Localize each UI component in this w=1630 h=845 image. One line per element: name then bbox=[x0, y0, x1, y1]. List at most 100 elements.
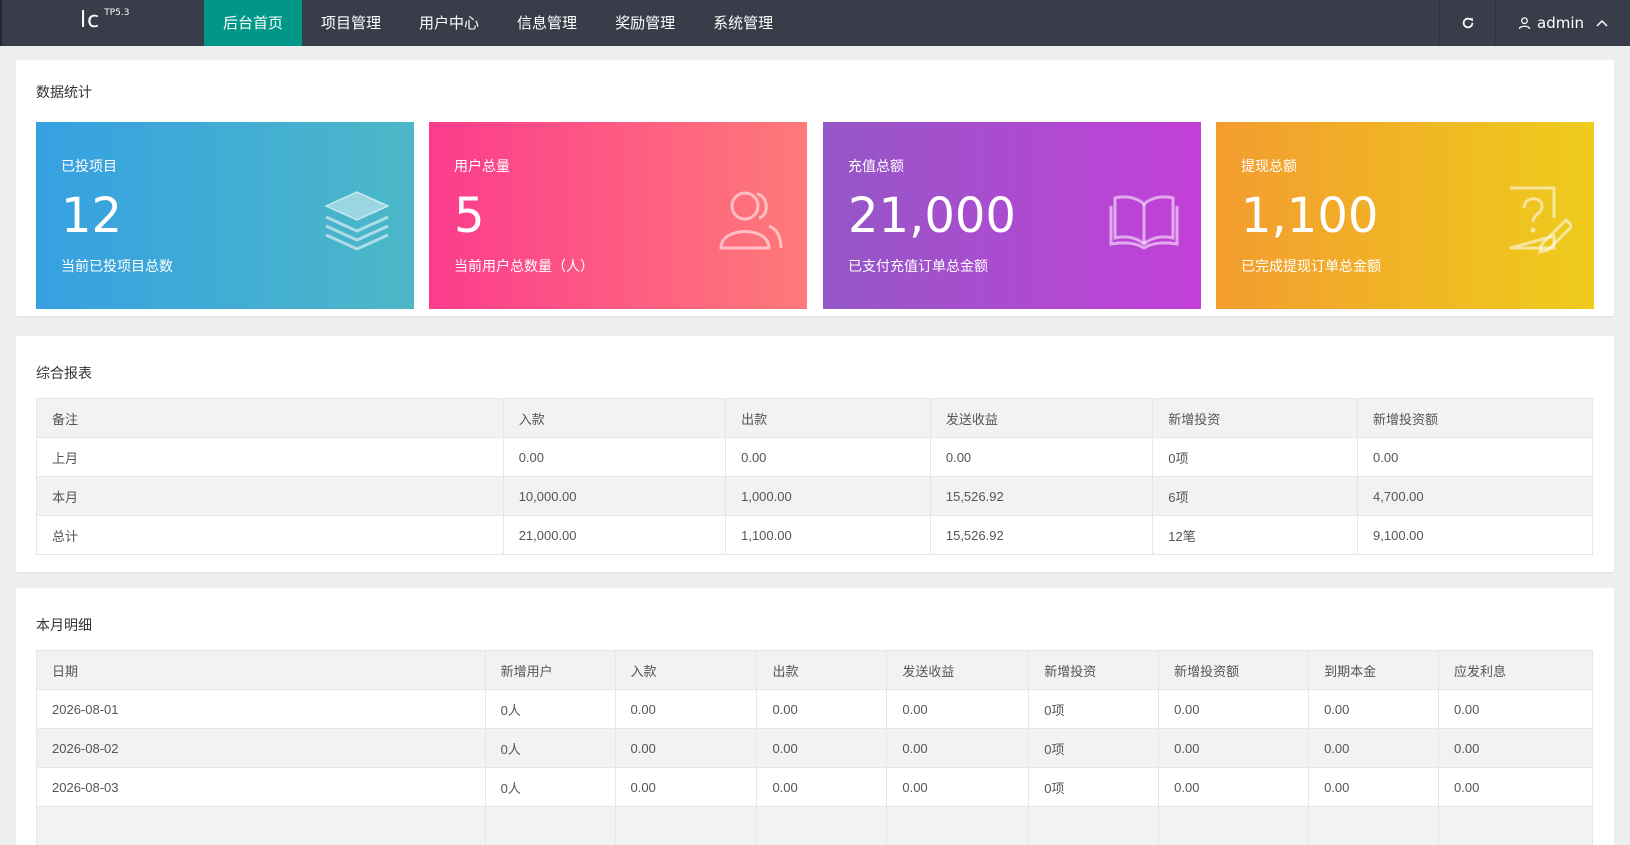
stat-card-projects[interactable]: 已投项目 12 当前已投项目总数 bbox=[36, 122, 414, 309]
logo-text: lc bbox=[80, 8, 101, 33]
nav-item-rewards[interactable]: 奖励管理 bbox=[596, 0, 694, 46]
table-cell: 本月 bbox=[36, 476, 504, 516]
report-title: 综合报表 bbox=[36, 366, 92, 382]
question-edit-icon bbox=[1509, 186, 1572, 254]
table-cell: 6项 bbox=[1152, 476, 1359, 516]
table-cell: 0.00 bbox=[756, 767, 888, 807]
stat-desc: 已支付充值订单总金额 bbox=[848, 259, 988, 275]
table-cell: 0.00 bbox=[1158, 728, 1310, 768]
nav-item-users[interactable]: 用户中心 bbox=[400, 0, 498, 46]
table-header-row: 日期 新增用户 入款 出款 发送收益 新增投资 新增投资额 到期本金 应发利息 bbox=[36, 650, 1593, 690]
table-cell: 2026-08-03 bbox=[36, 767, 486, 807]
table-cell: 21,000.00 bbox=[502, 515, 727, 555]
user-menu[interactable]: admin bbox=[1495, 0, 1630, 46]
table-row: 上月 0.00 0.00 0.00 0项 0.00 bbox=[36, 437, 1593, 477]
logo-version: TP5.3 bbox=[104, 7, 130, 18]
nav-item-home[interactable]: 后台首页 bbox=[204, 0, 303, 46]
column-header: 入款 bbox=[502, 398, 727, 438]
table-cell: 0.00 bbox=[929, 437, 1154, 477]
table-cell: 0.00 bbox=[1158, 767, 1310, 807]
table-cell: 0.00 bbox=[756, 689, 888, 729]
column-header: 新增投资额 bbox=[1357, 398, 1593, 438]
stat-card-withdraw[interactable]: 提现总额 1,100 已完成提现订单总金额 bbox=[1216, 122, 1594, 309]
users-icon bbox=[719, 191, 783, 250]
table-cell: 4,700.00 bbox=[1357, 476, 1593, 516]
column-header: 到期本金 bbox=[1308, 650, 1439, 690]
stats-title: 数据统计 bbox=[36, 85, 92, 101]
refresh-icon bbox=[1462, 17, 1473, 29]
refresh-button[interactable] bbox=[1439, 0, 1495, 46]
stat-label: 已投项目 bbox=[61, 159, 117, 175]
table-cell: 上月 bbox=[36, 437, 504, 477]
column-header: 出款 bbox=[725, 398, 931, 438]
stat-value: 12 bbox=[61, 188, 123, 244]
table-cell: 0.00 bbox=[1438, 728, 1593, 768]
table-cell: 0.00 bbox=[502, 437, 727, 477]
table-cell bbox=[614, 806, 758, 845]
table-cell: 9,100.00 bbox=[1357, 515, 1593, 555]
table-cell: 0.00 bbox=[1308, 689, 1439, 729]
user-name: admin bbox=[1537, 14, 1584, 32]
nav-item-projects[interactable]: 项目管理 bbox=[302, 0, 400, 46]
table-row: 本月 10,000.00 1,000.00 15,526.92 6项 4,700… bbox=[36, 476, 1593, 516]
chevron-up-icon bbox=[1596, 19, 1608, 27]
table-cell: 0.00 bbox=[886, 767, 1030, 807]
table-cell bbox=[1158, 806, 1310, 845]
nav-item-info[interactable]: 信息管理 bbox=[498, 0, 596, 46]
column-header: 新增投资 bbox=[1152, 398, 1359, 438]
top-navbar: lc TP5.3 后台首页 项目管理 用户中心 信息管理 奖励管理 系统管理 ad… bbox=[0, 0, 1630, 46]
column-header: 应发利息 bbox=[1438, 650, 1593, 690]
table-cell: 15,526.92 bbox=[929, 515, 1154, 555]
stat-value: 21,000 bbox=[848, 188, 1016, 244]
table-row bbox=[36, 806, 1593, 845]
column-header: 入款 bbox=[614, 650, 758, 690]
table-row: 总计 21,000.00 1,100.00 15,526.92 12笔 9,10… bbox=[36, 515, 1593, 555]
table-cell: 1,000.00 bbox=[725, 476, 931, 516]
table-row: 2026-08-01 0人 0.00 0.00 0.00 0项 0.00 0.0… bbox=[36, 689, 1593, 729]
table-cell: 0项 bbox=[1028, 728, 1160, 768]
table-cell bbox=[1028, 806, 1160, 845]
table-cell: 12笔 bbox=[1152, 515, 1359, 555]
table-cell: 0.00 bbox=[614, 689, 758, 729]
table-cell: 0.00 bbox=[1308, 767, 1439, 807]
table-cell: 0.00 bbox=[1438, 767, 1593, 807]
column-header: 日期 bbox=[36, 650, 486, 690]
monthly-panel: 本月明细 日期 新增用户 入款 出款 发送收益 新增投资 新增投资额 到期本金 … bbox=[16, 588, 1614, 845]
column-header: 出款 bbox=[756, 650, 888, 690]
report-table: 备注 入款 出款 发送收益 新增投资 新增投资额 上月 0.00 0.00 0.… bbox=[36, 398, 1593, 555]
stat-label: 提现总额 bbox=[1241, 159, 1297, 175]
table-cell: 0人 bbox=[484, 728, 616, 768]
table-cell: 0.00 bbox=[756, 728, 888, 768]
nav-item-system[interactable]: 系统管理 bbox=[694, 0, 792, 46]
stat-card-users[interactable]: 用户总量 5 当前用户总数量（人） bbox=[429, 122, 807, 309]
table-cell bbox=[756, 806, 888, 845]
column-header: 发送收益 bbox=[929, 398, 1154, 438]
stat-value: 5 bbox=[454, 188, 485, 244]
table-cell: 0项 bbox=[1028, 767, 1160, 807]
table-cell: 0.00 bbox=[1158, 689, 1310, 729]
table-cell: 总计 bbox=[36, 515, 504, 555]
column-header: 新增用户 bbox=[484, 650, 616, 690]
stat-desc: 已完成提现订单总金额 bbox=[1241, 259, 1381, 275]
column-header: 备注 bbox=[36, 398, 504, 438]
table-cell: 0.00 bbox=[614, 767, 758, 807]
stat-label: 充值总额 bbox=[848, 159, 904, 175]
table-cell: 0.00 bbox=[725, 437, 931, 477]
table-cell bbox=[36, 806, 486, 845]
table-cell: 0.00 bbox=[886, 689, 1030, 729]
layers-icon bbox=[324, 191, 390, 251]
table-cell: 10,000.00 bbox=[502, 476, 727, 516]
table-cell bbox=[886, 806, 1030, 845]
column-header: 发送收益 bbox=[886, 650, 1030, 690]
report-panel: 综合报表 备注 入款 出款 发送收益 新增投资 新增投资额 上月 0.00 0.… bbox=[16, 336, 1614, 572]
logo[interactable]: lc TP5.3 bbox=[80, 8, 129, 33]
table-cell: 2026-08-02 bbox=[36, 728, 486, 768]
main-nav: 后台首页 项目管理 用户中心 信息管理 奖励管理 系统管理 bbox=[204, 0, 792, 46]
stat-label: 用户总量 bbox=[454, 159, 510, 175]
table-cell: 2026-08-01 bbox=[36, 689, 486, 729]
book-icon bbox=[1109, 195, 1179, 250]
stat-desc: 当前用户总数量（人） bbox=[454, 259, 594, 275]
table-cell: 0.00 bbox=[1357, 437, 1593, 477]
table-header-row: 备注 入款 出款 发送收益 新增投资 新增投资额 bbox=[36, 398, 1593, 438]
stat-card-recharge[interactable]: 充值总额 21,000 已支付充值订单总金额 bbox=[823, 122, 1201, 309]
